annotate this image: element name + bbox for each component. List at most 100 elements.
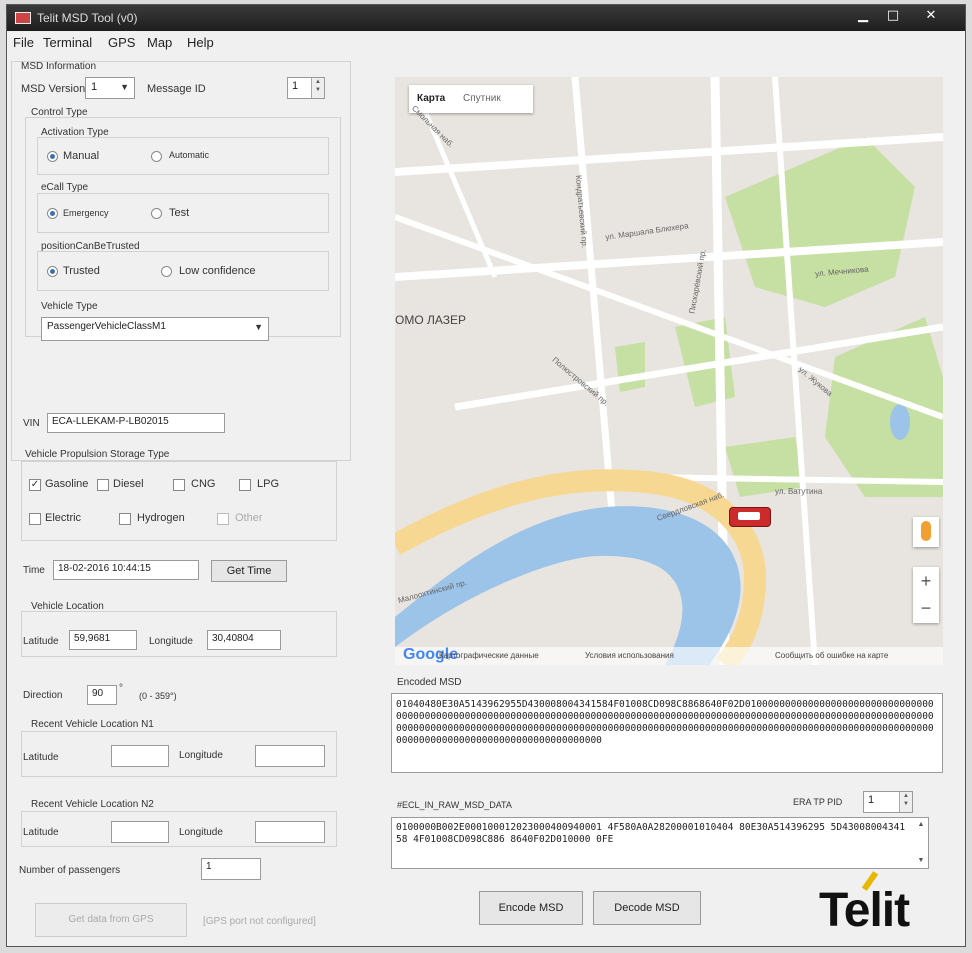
radio-automatic[interactable]: [151, 151, 162, 162]
direction-range: (0 - 359°): [139, 691, 177, 701]
map-terms-link[interactable]: Условия использования: [585, 651, 674, 660]
checkbox-hydrogen[interactable]: [119, 513, 131, 525]
recent2-longitude-label: Longitude: [179, 827, 223, 838]
recent1-longitude-label: Longitude: [179, 750, 223, 761]
cng-label: CNG: [191, 478, 216, 490]
menu-map[interactable]: Map: [147, 35, 172, 50]
encode-msd-button[interactable]: Encode MSD: [479, 891, 583, 925]
vehicle-type-select[interactable]: PassengerVehicleClassM1 ▼: [41, 317, 269, 341]
maximize-button[interactable]: □: [879, 7, 907, 27]
msd-version-label: MSD Version: [21, 83, 86, 95]
passengers-input[interactable]: 1: [201, 858, 261, 880]
direction-input[interactable]: 90: [87, 685, 117, 705]
hydrogen-label: Hydrogen: [137, 512, 185, 524]
get-gps-data-button[interactable]: Get data from GPS: [35, 903, 187, 937]
textarea-scrollbar[interactable]: ▲ ▼: [915, 819, 927, 867]
title-bar: Telit MSD Tool (v0) ▁ □ ✕: [7, 5, 965, 31]
era-tp-pid-value: 1: [868, 794, 875, 806]
time-input[interactable]: 18-02-2016 10:44:15: [53, 560, 199, 580]
recent2-latitude-input[interactable]: [111, 821, 169, 843]
checkbox-gasoline[interactable]: ✓: [29, 479, 41, 491]
msd-version-select[interactable]: 1 ▼: [85, 77, 135, 99]
msd-info-title: MSD Information: [21, 61, 97, 72]
menu-gps[interactable]: GPS: [108, 35, 135, 50]
stepper-arrows-icon[interactable]: ▲ ▼: [899, 792, 912, 812]
park-area: [615, 342, 645, 392]
menu-terminal[interactable]: Terminal: [43, 35, 92, 50]
gasoline-label: Gasoline: [45, 478, 89, 490]
chevron-down-icon: ▼: [120, 82, 129, 92]
other-label: Other: [235, 512, 263, 524]
recent1-latitude-label: Latitude: [23, 752, 59, 763]
encoded-msd-textarea[interactable]: 01040480E30A5143962955D430008004341584F0…: [391, 693, 943, 773]
lpg-label: LPG: [257, 478, 280, 490]
propulsion-group: [21, 461, 337, 541]
map-street-label: ул. Ватутина: [775, 487, 823, 496]
propulsion-label: Vehicle Propulsion Storage Type: [25, 449, 170, 460]
menu-help[interactable]: Help: [187, 35, 214, 50]
map-view[interactable]: Карта Спутник ОМО ЛАЗЕР Смольная наб. По…: [395, 77, 943, 665]
map-report-link[interactable]: Сообщить об ошибке на карте: [775, 651, 888, 660]
get-time-button[interactable]: Get Time: [211, 560, 287, 582]
direction-unit: °: [119, 683, 123, 694]
checkbox-other[interactable]: [217, 513, 229, 525]
latitude-input[interactable]: 59,9681: [69, 630, 137, 650]
recent2-longitude-input[interactable]: [255, 821, 325, 843]
pegman-icon[interactable]: [913, 517, 939, 547]
map-tab-satellite[interactable]: Спутник: [463, 93, 501, 104]
stepper-arrows-icon[interactable]: ▲ ▼: [311, 78, 324, 98]
recent1-longitude-input[interactable]: [255, 745, 325, 767]
radio-emergency-label: Emergency: [63, 208, 109, 218]
recent-location-n2-title: Recent Vehicle Location N2: [31, 799, 154, 810]
recent1-latitude-input[interactable]: [111, 745, 169, 767]
checkbox-lpg[interactable]: [239, 479, 251, 491]
map-tab-map[interactable]: Карта: [417, 93, 445, 104]
minimize-button[interactable]: ▁: [849, 7, 877, 27]
longitude-label: Longitude: [149, 636, 193, 647]
era-tp-pid-label: ERA TP PID: [793, 797, 843, 807]
map-canvas: [395, 77, 943, 665]
electric-label: Electric: [45, 512, 82, 524]
message-id-stepper[interactable]: 1 ▲ ▼: [287, 77, 325, 99]
menu-file[interactable]: File: [13, 35, 34, 50]
radio-trusted[interactable]: [47, 266, 58, 277]
radio-trusted-label: Trusted: [63, 265, 100, 277]
zoom-out-button[interactable]: −: [913, 595, 939, 623]
checkbox-electric[interactable]: [29, 513, 41, 525]
radio-manual[interactable]: [47, 151, 58, 162]
encoded-msd-label: Encoded MSD: [397, 677, 462, 688]
pegman-figure: [921, 521, 931, 541]
vin-input[interactable]: ECA-LLEKAM-P-LB02015: [47, 413, 225, 433]
decode-msd-button[interactable]: Decode MSD: [593, 891, 701, 925]
zoom-control: + −: [913, 567, 939, 623]
radio-manual-label: Manual: [63, 150, 100, 162]
longitude-input[interactable]: 30,40804: [207, 630, 281, 650]
era-tp-pid-stepper[interactable]: 1 ▲ ▼: [863, 791, 913, 813]
close-button[interactable]: ✕: [917, 7, 945, 27]
map-data-link[interactable]: Картографические данные: [439, 651, 539, 660]
zoom-in-button[interactable]: +: [913, 567, 939, 595]
recent-location-n1-title: Recent Vehicle Location N1: [31, 719, 154, 730]
menu-bar: File Terminal GPS Map Help: [7, 31, 965, 53]
radio-test[interactable]: [151, 208, 162, 219]
radio-automatic-label: Automatic: [169, 150, 210, 160]
pond: [890, 404, 910, 440]
vin-label: VIN: [23, 418, 40, 429]
car-window: [738, 512, 760, 520]
radio-low-confidence-label: Low confidence: [179, 265, 256, 277]
car-marker-icon[interactable]: [729, 507, 771, 527]
radio-test-label: Test: [169, 207, 190, 219]
raw-msd-label: #ECL_IN_RAW_MSD_DATA: [397, 800, 512, 810]
radio-emergency[interactable]: [47, 208, 58, 219]
telit-logo: Telit: [819, 884, 910, 937]
latitude-label: Latitude: [23, 636, 59, 647]
chevron-down-icon: ▼: [254, 322, 263, 332]
window-title: Telit MSD Tool (v0): [37, 11, 138, 25]
raw-msd-textarea[interactable]: 0100000B002E000100012023000400940001 4F5…: [391, 817, 929, 869]
map-type-tabs: Карта Спутник: [409, 85, 533, 113]
map-footer: Google Картографические данные Условия и…: [395, 646, 943, 665]
checkbox-diesel[interactable]: [97, 479, 109, 491]
ecall-type-label: eCall Type: [41, 182, 89, 193]
checkbox-cng[interactable]: [173, 479, 185, 491]
radio-low-confidence[interactable]: [161, 266, 172, 277]
